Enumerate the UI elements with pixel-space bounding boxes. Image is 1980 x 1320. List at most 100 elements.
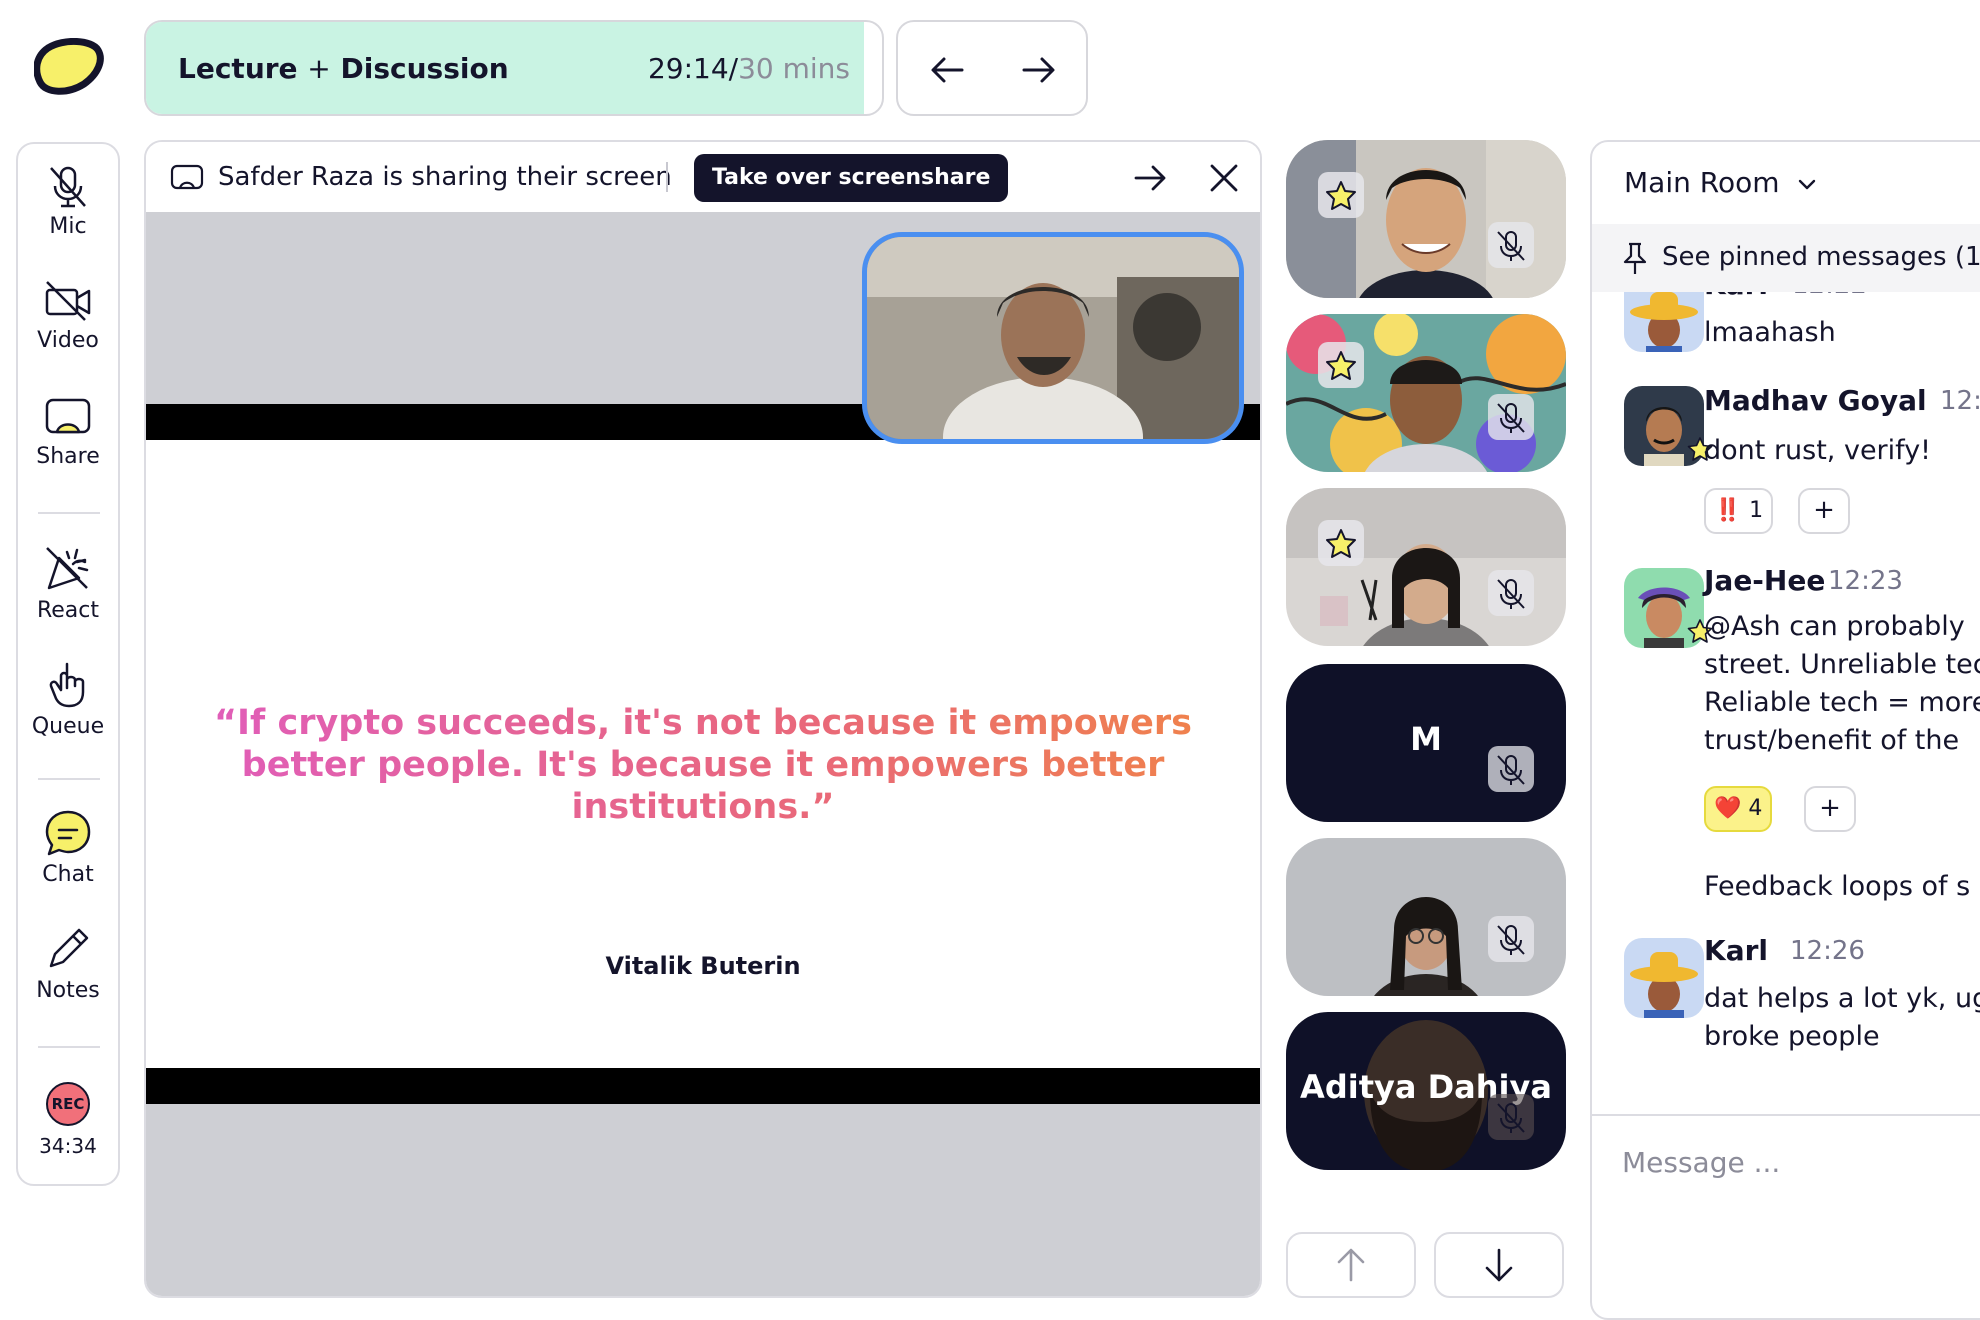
muted-indicator [1488, 746, 1534, 792]
presenter-video-feed [867, 237, 1239, 439]
message-text: Reliable tech = more [1704, 687, 1980, 718]
queue-label: Queue [31, 714, 105, 739]
session-title-plus: + [307, 52, 331, 85]
participant-video-feed [1286, 140, 1566, 298]
session-agenda-bar[interactable]: Lecture + Discussion 29:14/30 mins [144, 20, 884, 116]
mic-off-icon [1497, 579, 1525, 609]
toolbar-divider [38, 1046, 100, 1048]
queue-button[interactable]: Queue [18, 660, 118, 739]
rec-time: 34:34 [39, 1134, 97, 1158]
chat-icon [45, 810, 91, 856]
star-icon [1326, 529, 1356, 558]
chat-button[interactable]: Chat [18, 808, 118, 887]
screenshare-status: Safder Raza is sharing their screen [218, 162, 672, 192]
participant-tile[interactable] [1286, 838, 1566, 996]
message-text: @Ash can probably [1704, 611, 1965, 642]
message-text: street. Unreliable tec [1704, 649, 1980, 680]
muted-indicator [1488, 1094, 1534, 1140]
notes-button[interactable]: Notes [18, 924, 118, 1003]
scroll-up-button[interactable] [1286, 1232, 1416, 1298]
session-title-part2: Discussion [340, 52, 509, 85]
session-elapsed: 29:14/ [647, 52, 739, 85]
muted-indicator [1488, 570, 1534, 616]
pinned-messages-label: See pinned messages (1) [1662, 242, 1980, 272]
pencil-icon [49, 928, 89, 968]
room-select[interactable]: Main Room [1624, 166, 1818, 199]
star-badge[interactable] [1318, 520, 1364, 566]
react-button[interactable]: React [18, 544, 118, 623]
star-icon [1326, 351, 1356, 380]
mic-off-icon [1497, 925, 1525, 955]
arrow-right-icon [1022, 57, 1055, 83]
message-text: Feedback loops of s [1704, 871, 1971, 902]
muted-indicator [1488, 222, 1534, 268]
reaction-count: 4 [1748, 796, 1763, 821]
message-text: lmaahash [1704, 317, 1836, 348]
participant-tile[interactable] [1286, 140, 1566, 298]
react-label: React [36, 598, 100, 623]
close-screenshare-button[interactable] [1206, 160, 1242, 196]
star-icon [1326, 181, 1356, 210]
arrow-up-icon [1337, 1248, 1365, 1282]
mic-off-icon [1497, 1103, 1525, 1133]
reaction-button[interactable]: ‼️ 1 [1704, 488, 1774, 534]
app-logo[interactable] [33, 38, 104, 96]
mic-off-icon [50, 166, 86, 208]
agenda-nav [896, 20, 1088, 116]
chevron-down-icon [1799, 179, 1816, 190]
message-author[interactable]: Jae-Hee [1704, 564, 1825, 597]
muted-indicator [1488, 916, 1534, 962]
scroll-down-button[interactable] [1434, 1232, 1564, 1298]
participant-tile[interactable]: M [1286, 664, 1566, 822]
message-input[interactable] [1622, 1132, 1980, 1192]
presenter-video[interactable] [862, 232, 1244, 444]
expand-screenshare-button[interactable] [1132, 160, 1168, 196]
message-time: 12:2 [1940, 386, 1980, 416]
notes-label: Notes [36, 978, 100, 1003]
screen-share-icon [45, 398, 91, 434]
video-label: Video [37, 328, 99, 353]
toolbar-divider [38, 512, 100, 514]
avatar[interactable] [1624, 938, 1704, 1018]
video-off-icon [45, 281, 91, 321]
mic-off-icon [1497, 403, 1525, 433]
participant-video-feed [1286, 314, 1566, 472]
pinned-messages-bar[interactable]: See pinned messages (1) [1592, 224, 1980, 292]
add-reaction-button[interactable]: + [1798, 488, 1850, 534]
reaction-count: 1 [1749, 498, 1764, 523]
message-text: broke people [1704, 1021, 1880, 1052]
next-agenda-button[interactable] [1018, 50, 1058, 90]
participant-tile[interactable]: Aditya Dahiya [1286, 1012, 1566, 1170]
party-popper-icon [46, 547, 89, 590]
share-button[interactable]: Share [18, 394, 118, 469]
recording-indicator[interactable]: REC 34:34 [18, 1082, 118, 1158]
message-time: 12:23 [1828, 566, 1903, 596]
video-button[interactable]: Video [18, 278, 118, 353]
participant-tile[interactable] [1286, 488, 1566, 646]
screenshare-header: Safder Raza is sharing their screen Take… [146, 142, 1260, 212]
reaction-button[interactable]: ❤️ 4 [1704, 786, 1773, 832]
add-reaction-button[interactable]: + [1804, 786, 1856, 832]
session-title-part1: Lecture [178, 52, 298, 85]
participant-tile[interactable] [1286, 314, 1566, 472]
message-text: trust/benefit of the [1704, 725, 1960, 756]
star-badge[interactable] [1318, 342, 1364, 388]
slide-quote-author: Vitalik Buterin [605, 952, 801, 980]
close-icon [1210, 164, 1238, 192]
mic-button[interactable]: Mic [18, 164, 118, 239]
message-text: dont rust, verify! [1704, 435, 1931, 466]
slide-border-bottom [146, 1068, 1260, 1104]
pin-icon [1623, 242, 1647, 274]
toolbar-divider [38, 778, 100, 780]
prev-agenda-button[interactable] [928, 50, 968, 90]
room-name: Main Room [1624, 166, 1780, 199]
mic-off-icon [1497, 755, 1525, 785]
session-total: 30 mins [738, 52, 850, 85]
message-time: 12:26 [1790, 936, 1865, 966]
star-badge[interactable] [1318, 172, 1364, 218]
reaction-emoji: ❤️ [1714, 796, 1742, 821]
take-over-screenshare-button[interactable]: Take over screenshare [694, 154, 1009, 202]
message-author[interactable]: Karl [1704, 934, 1768, 967]
message-author[interactable]: Madhav Goyal [1704, 384, 1927, 417]
session-timer: 29:14/30 mins [648, 52, 850, 85]
